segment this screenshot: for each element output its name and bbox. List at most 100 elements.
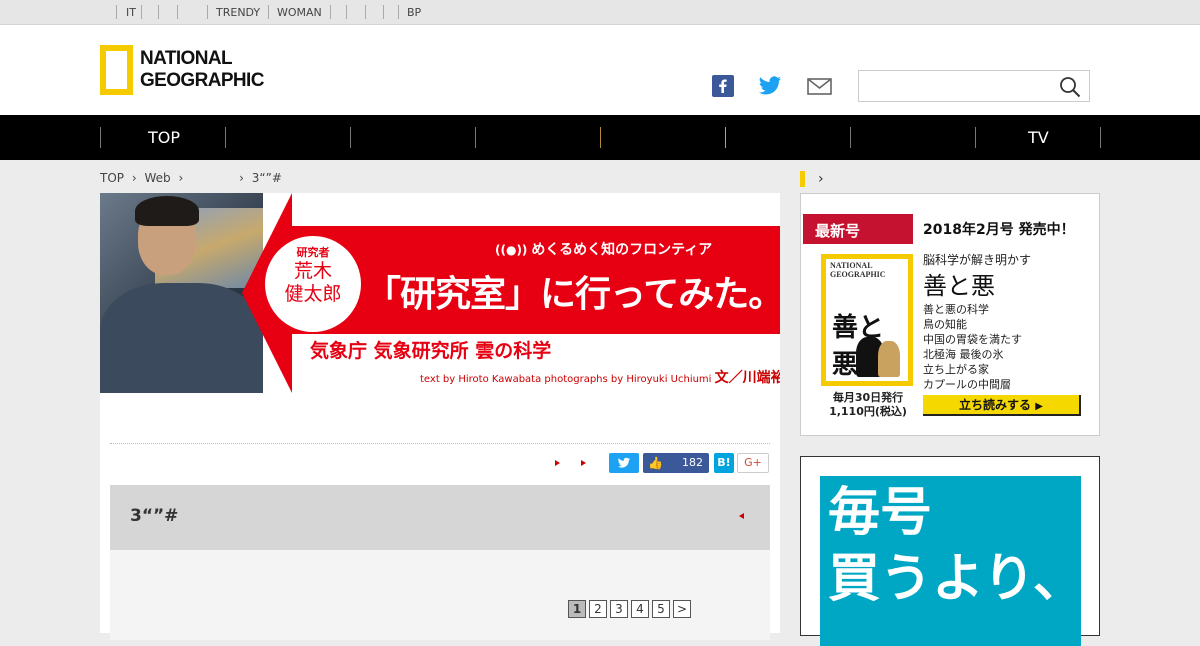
preview-read-button[interactable]: 立ち読みする ▶ bbox=[923, 395, 1081, 416]
divider bbox=[100, 127, 101, 148]
chevron-right-icon: › bbox=[818, 171, 824, 187]
like-count: 182 bbox=[682, 456, 703, 469]
series-tagline: ((●)) めくるめく知のフロンティア bbox=[495, 239, 712, 259]
twitter-icon[interactable] bbox=[758, 75, 782, 97]
researcher-name: 荒木 健太郎 bbox=[284, 260, 342, 305]
price: 1,110円(税込) bbox=[829, 405, 907, 418]
search-input[interactable] bbox=[863, 75, 1049, 97]
divider bbox=[383, 5, 384, 19]
divider bbox=[600, 127, 601, 148]
triangle-marker-icon bbox=[581, 460, 586, 466]
tweet-button[interactable] bbox=[609, 453, 639, 473]
divider bbox=[365, 5, 366, 19]
topbar-link-trendy[interactable]: TRENDY bbox=[216, 6, 260, 19]
divider bbox=[225, 127, 226, 148]
article-main: 研究者 荒木 健太郎 ((●)) めくるめく知のフロンティア 「研究室」に行ってみ… bbox=[100, 193, 780, 640]
google-plus-button[interactable]: G+ bbox=[737, 453, 769, 473]
topic-item: 立ち上がる家 bbox=[923, 363, 989, 376]
divider bbox=[975, 127, 976, 148]
page-link-1[interactable]: 1 bbox=[568, 600, 586, 618]
nav-item-top[interactable]: TOP bbox=[148, 128, 180, 147]
topbar-link-woman[interactable]: WOMAN bbox=[277, 6, 322, 19]
yellow-frame-icon bbox=[100, 45, 133, 95]
latest-issue-label: 最新号 bbox=[803, 214, 913, 244]
hatena-bookmark-button[interactable]: B! bbox=[714, 453, 734, 473]
chess-king-icon bbox=[878, 341, 900, 377]
banner-credits: text by Hiroto Kawabata photographs by H… bbox=[420, 367, 780, 387]
breadcrumb: TOP › Web › › 3“”# bbox=[100, 171, 286, 185]
top-utility-bar: IT TRENDY WOMAN BP bbox=[0, 0, 1200, 25]
chevron-right-icon: › bbox=[178, 171, 184, 185]
search-icon[interactable] bbox=[1059, 76, 1081, 98]
divider bbox=[475, 127, 476, 148]
divider bbox=[268, 5, 269, 19]
banner-subject: 気象庁 気象研究所 雲の科学 bbox=[310, 340, 552, 362]
main-navigation: TOP TV bbox=[0, 115, 1200, 160]
divider bbox=[725, 127, 726, 148]
release-notice: 2018年2月号 発売中！ bbox=[923, 222, 1075, 238]
divider bbox=[350, 127, 351, 148]
page-link-4[interactable]: 4 bbox=[631, 600, 649, 618]
issue-headline: 善と悪 bbox=[923, 272, 995, 300]
read-button-label: 立ち読みする bbox=[959, 398, 1032, 412]
divider bbox=[398, 5, 399, 19]
share-bar: 👍 182 B! G+ bbox=[100, 453, 780, 475]
divider bbox=[346, 5, 347, 19]
topic-item: 北極海 最後の氷 bbox=[923, 348, 1004, 361]
divider bbox=[158, 5, 159, 19]
series-tagline-text: めくるめく知のフロンティア bbox=[531, 242, 713, 258]
mail-icon[interactable] bbox=[807, 75, 832, 97]
issue-topics: 善と悪の科学 鳥の知能 中国の胃袋を満たす 北極海 最後の氷 立ち上がる家 カプ… bbox=[923, 302, 1022, 392]
facebook-like-button[interactable]: 👍 182 bbox=[643, 453, 709, 473]
national-geographic-logo[interactable]: NATIONAL GEOGRAPHIC bbox=[100, 45, 265, 97]
ad-panel: 毎号 買うより、 bbox=[820, 476, 1085, 646]
divider bbox=[116, 5, 117, 19]
topbar-link-bp[interactable]: BP bbox=[407, 6, 421, 19]
section-header: 3“”# bbox=[110, 485, 770, 550]
credits-jp: 文／川端裕人 bbox=[714, 370, 780, 386]
divider bbox=[330, 5, 331, 19]
topbar-link-it[interactable]: IT bbox=[126, 6, 136, 19]
magazine-cover[interactable]: NATIONAL GEOGRAPHIC 善と悪 bbox=[821, 254, 913, 386]
facebook-icon[interactable] bbox=[712, 75, 736, 97]
page-link-3[interactable]: 3 bbox=[610, 600, 628, 618]
ad-text: 毎号 買うより、 bbox=[828, 483, 1085, 609]
play-arrow-icon: ▶ bbox=[1035, 401, 1043, 412]
yellow-marker bbox=[800, 171, 805, 187]
researcher-photo bbox=[100, 193, 263, 393]
triangle-marker-icon bbox=[555, 460, 560, 466]
pagination: 1 2 3 4 5 > bbox=[568, 598, 694, 618]
divider bbox=[141, 5, 142, 19]
topic-item: カプールの中間層 bbox=[923, 378, 1011, 391]
subscription-ad[interactable]: 毎号 買うより、 bbox=[800, 456, 1100, 646]
next-page-button[interactable]: > bbox=[673, 600, 691, 618]
topic-item: 善と悪の科学 bbox=[923, 303, 989, 316]
publication-schedule: 毎月30日発行 bbox=[832, 391, 904, 404]
nav-item-tv[interactable]: TV bbox=[1028, 128, 1049, 147]
breadcrumb-web[interactable]: Web bbox=[144, 171, 170, 185]
divider bbox=[850, 127, 851, 148]
divider bbox=[207, 5, 208, 19]
divider bbox=[1100, 127, 1101, 148]
page-link-5[interactable]: 5 bbox=[652, 600, 670, 618]
breadcrumb-top[interactable]: TOP bbox=[100, 171, 124, 185]
latest-issue-card: 最新号 2018年2月号 発売中！ NATIONAL GEOGRAPHIC 善と… bbox=[800, 193, 1100, 436]
search-box[interactable] bbox=[858, 70, 1090, 102]
divider bbox=[177, 5, 178, 19]
researcher-role: 研究者 bbox=[296, 246, 330, 259]
chevron-right-icon: › bbox=[131, 171, 137, 185]
page-link-2[interactable]: 2 bbox=[589, 600, 607, 618]
breadcrumb-current: 3“”# bbox=[251, 171, 282, 185]
section-title: 3“”# bbox=[130, 506, 179, 526]
radio-wave-icon: ((●)) bbox=[495, 243, 528, 257]
topic-item: 中国の胃袋を満たす bbox=[923, 333, 1022, 346]
series-banner[interactable]: 研究者 荒木 健太郎 ((●)) めくるめく知のフロンティア 「研究室」に行ってみ… bbox=[100, 193, 780, 393]
twitter-icon bbox=[617, 457, 630, 468]
chevron-right-icon: › bbox=[239, 171, 244, 185]
divider bbox=[110, 443, 770, 444]
thumbs-up-icon: 👍 bbox=[648, 456, 663, 470]
logo-wordmark: NATIONAL GEOGRAPHIC bbox=[140, 48, 264, 91]
article-body: 1 2 3 4 5 > bbox=[110, 550, 770, 640]
credits-en: text by Hiroto Kawabata photographs by H… bbox=[420, 374, 712, 385]
collapse-arrow-icon[interactable] bbox=[739, 513, 744, 519]
